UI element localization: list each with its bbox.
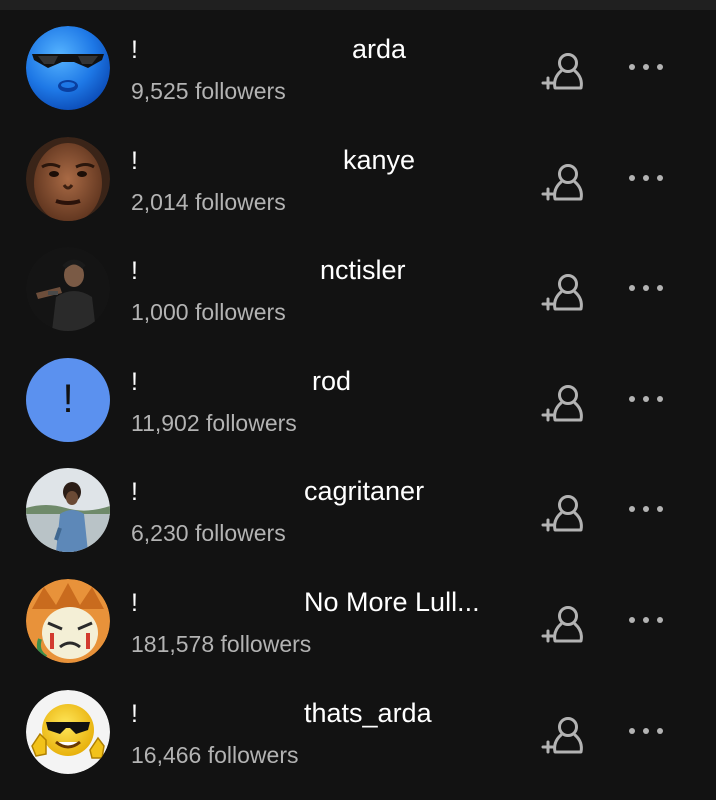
more-options-icon bbox=[629, 727, 663, 734]
avatar bbox=[26, 26, 110, 110]
more-options-button[interactable] bbox=[622, 54, 670, 80]
name-prefix: ! bbox=[131, 36, 138, 64]
more-options-button[interactable] bbox=[622, 607, 670, 633]
add-person-icon bbox=[541, 716, 583, 754]
name-prefix: ! bbox=[131, 699, 138, 728]
add-person-icon bbox=[541, 274, 583, 311]
user-name: cagritaner bbox=[304, 476, 425, 507]
name-prefix: ! bbox=[131, 588, 138, 617]
more-options-button[interactable] bbox=[622, 496, 670, 522]
more-options-icon bbox=[629, 395, 663, 402]
more-options-icon bbox=[629, 616, 663, 623]
follower-count: 9,525 followers bbox=[131, 78, 286, 104]
user-name: nctisler bbox=[320, 255, 406, 286]
name-prefix: ! bbox=[131, 478, 138, 507]
follower-count: 6,230 followers bbox=[131, 520, 286, 547]
follow-button[interactable] bbox=[536, 48, 592, 96]
add-person-icon bbox=[541, 53, 583, 90]
list-item[interactable]: ! cagritaner 6,230 followers bbox=[0, 468, 716, 579]
list-item[interactable]: ! nctisler 1,000 followers bbox=[0, 247, 716, 358]
user-name: thats_arda bbox=[304, 697, 432, 728]
more-options-button[interactable] bbox=[622, 386, 670, 412]
avatar bbox=[26, 247, 110, 332]
follow-button[interactable] bbox=[536, 601, 592, 649]
name-prefix: ! bbox=[131, 146, 138, 175]
user-name: No More Lull... bbox=[304, 586, 480, 617]
user-name: arda bbox=[352, 34, 407, 64]
follow-button[interactable] bbox=[536, 159, 592, 207]
follower-count: 16,466 followers bbox=[131, 741, 299, 768]
more-options-button[interactable] bbox=[622, 718, 670, 744]
name-prefix: ! bbox=[131, 367, 138, 396]
more-options-icon bbox=[629, 506, 663, 513]
follow-button[interactable] bbox=[536, 712, 592, 760]
avatar bbox=[26, 136, 110, 221]
avatar bbox=[26, 689, 110, 774]
user-name: rod bbox=[312, 365, 352, 396]
follow-button[interactable] bbox=[536, 269, 592, 317]
add-person-icon bbox=[541, 163, 583, 201]
user-name: kanye bbox=[343, 144, 416, 175]
list-item[interactable]: ! thats_arda 16,466 followers bbox=[0, 689, 716, 800]
avatar bbox=[26, 578, 110, 663]
top-divider bbox=[0, 0, 716, 10]
more-options-icon bbox=[629, 64, 663, 70]
list-item[interactable]: ! arda 9,525 followers bbox=[0, 26, 716, 137]
more-options-icon bbox=[629, 174, 663, 181]
follow-button[interactable] bbox=[536, 490, 592, 538]
avatar bbox=[26, 468, 110, 553]
follower-count: 181,578 followers bbox=[131, 630, 312, 657]
list-item[interactable]: ! ! rod 11,902 followers bbox=[0, 357, 716, 469]
list-item[interactable]: ! kanye 2,014 followers bbox=[0, 136, 716, 248]
add-person-icon bbox=[541, 495, 583, 532]
user-list: ! arda 9,525 followers ! kanye 2,014 fol… bbox=[0, 26, 716, 800]
avatar: ! bbox=[26, 357, 110, 442]
more-options-button[interactable] bbox=[622, 165, 670, 191]
name-prefix: ! bbox=[131, 257, 138, 286]
add-person-icon bbox=[541, 384, 583, 422]
more-options-button[interactable] bbox=[622, 275, 670, 301]
add-person-icon bbox=[541, 605, 583, 643]
avatar-initial: ! bbox=[62, 377, 74, 422]
more-options-icon bbox=[629, 285, 663, 292]
follow-button[interactable] bbox=[536, 380, 592, 428]
follower-count: 1,000 followers bbox=[131, 299, 286, 326]
follower-count: 2,014 followers bbox=[131, 188, 286, 215]
follower-count: 11,902 followers bbox=[131, 409, 297, 436]
list-item[interactable]: ! No More Lull... 181,578 followers bbox=[0, 578, 716, 690]
